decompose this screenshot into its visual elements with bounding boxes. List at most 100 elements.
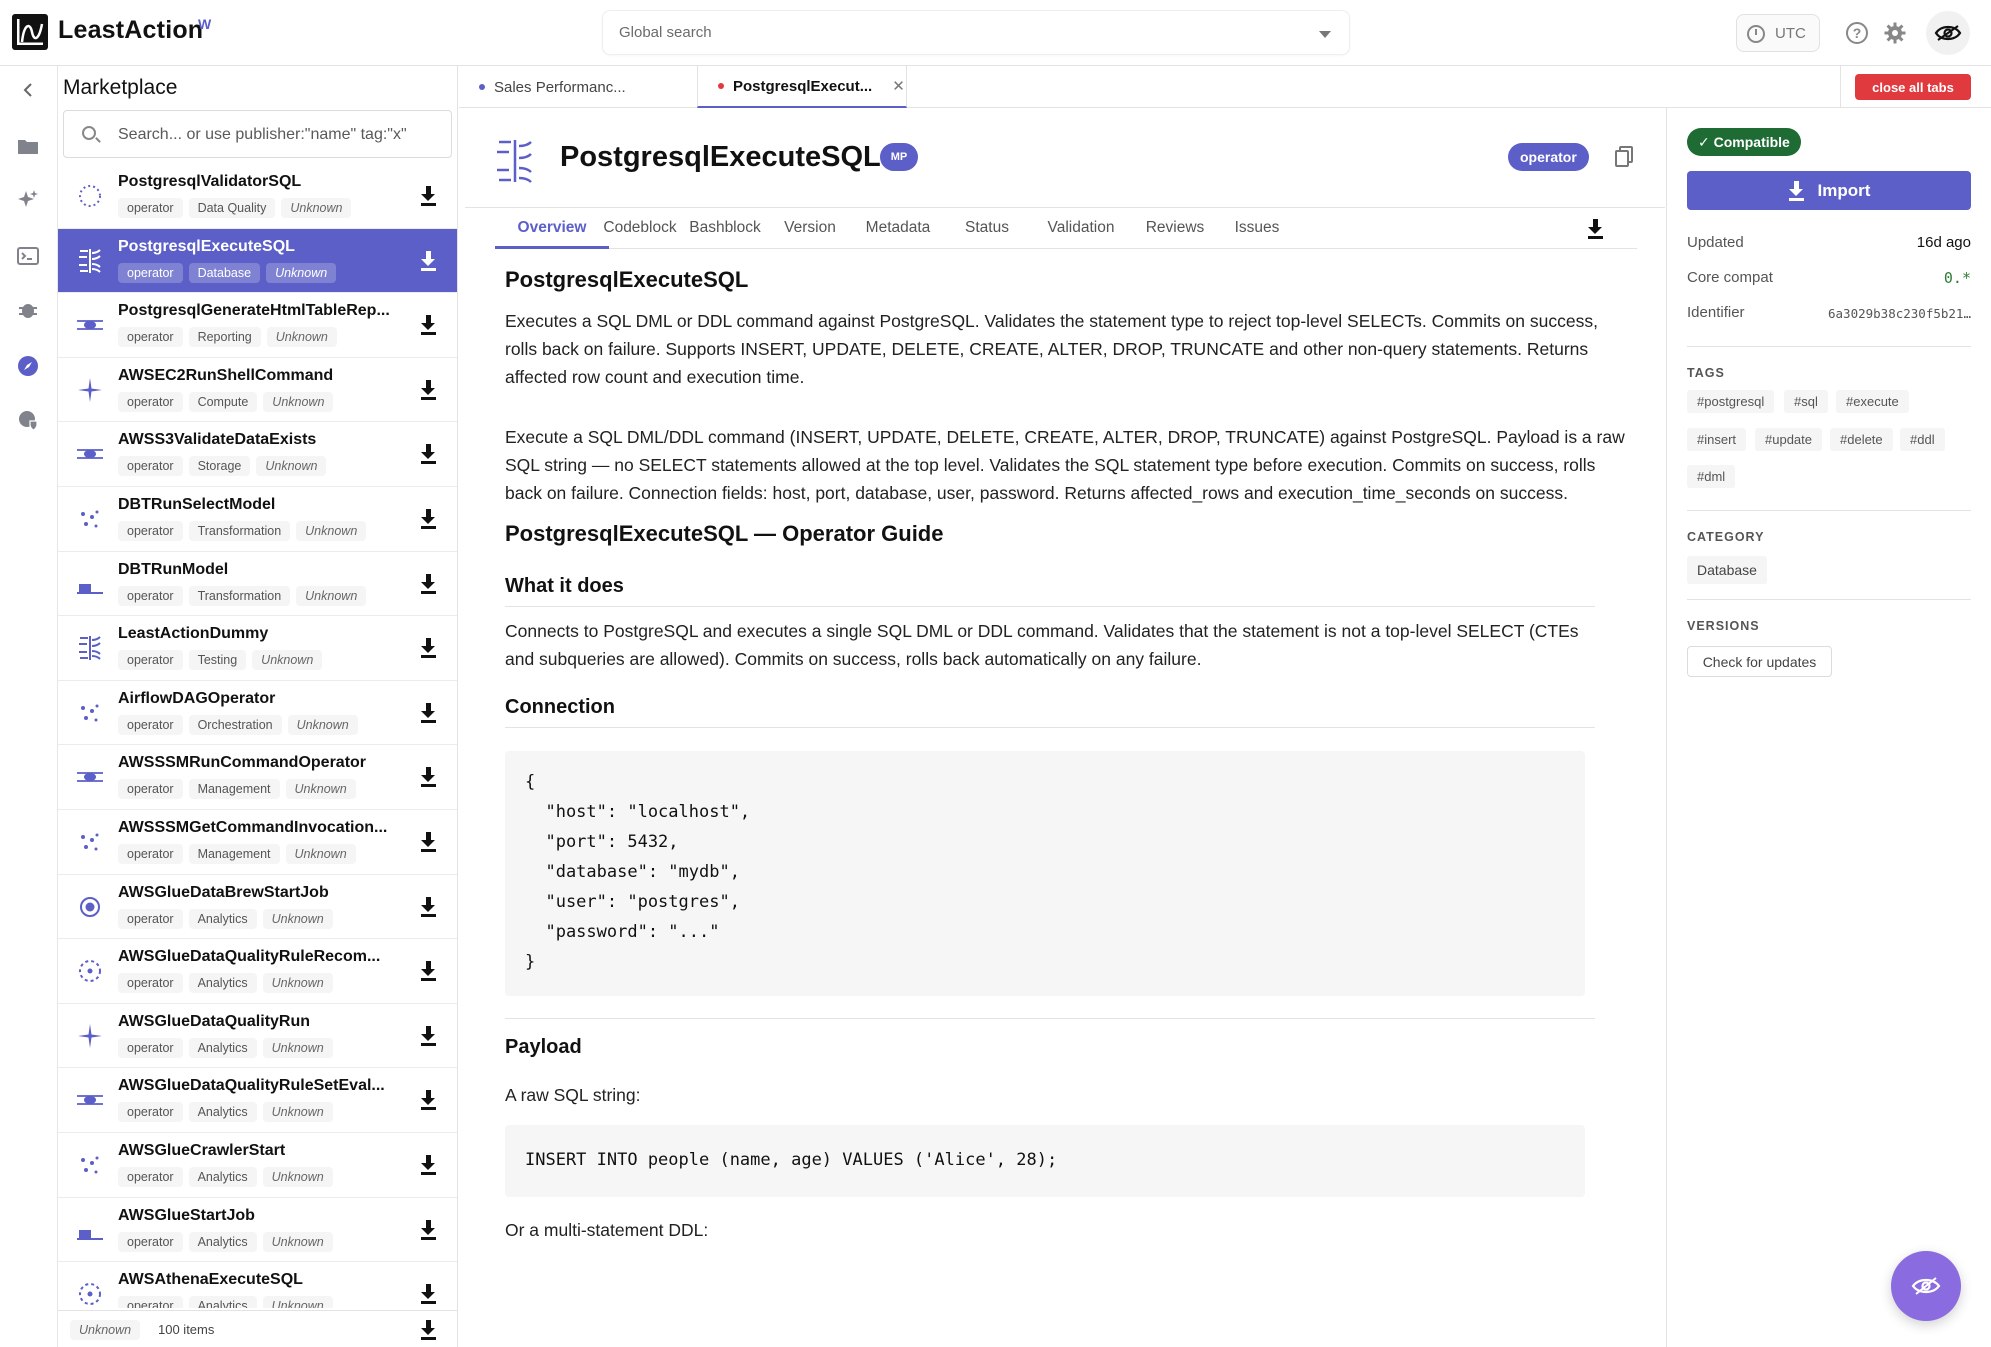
close-icon[interactable]: ✕ xyxy=(892,77,905,95)
kind-chip: operator xyxy=(118,908,183,929)
item-count: 100 items xyxy=(158,1322,215,1337)
download-icon[interactable] xyxy=(420,961,438,982)
kind-chip: operator xyxy=(118,1231,183,1252)
tab-issues[interactable]: Issues xyxy=(1207,219,1307,237)
section-divider xyxy=(505,1018,1595,1019)
tag-chip[interactable]: #delete xyxy=(1830,428,1893,451)
marketplace-list-item[interactable]: LeastActionDummy operator Testing Unknown xyxy=(58,616,457,681)
download-icon[interactable] xyxy=(420,379,438,400)
tag-chip[interactable]: #sql xyxy=(1784,390,1828,413)
global-search-placeholder: Global search xyxy=(619,24,712,41)
eye-lines-icon xyxy=(76,763,104,791)
compatible-badge: ✓ Compatible xyxy=(1687,128,1801,156)
tab-dot xyxy=(479,84,485,90)
scatter-dots-icon xyxy=(76,828,104,856)
settings-button[interactable] xyxy=(1876,14,1914,52)
global-search-input[interactable]: Global search xyxy=(602,10,1350,55)
marketplace-list-item[interactable]: AWSSSMRunCommandOperator operator Manageme… xyxy=(58,745,457,810)
marketplace-list-item[interactable]: AirflowDAGOperator operator Orchestration U… xyxy=(58,681,457,746)
download-icon[interactable] xyxy=(420,1025,438,1046)
tab-metadata[interactable]: Metadata xyxy=(848,219,948,237)
preview-toggle-button[interactable] xyxy=(1926,11,1970,55)
tag-chip[interactable]: #ddl xyxy=(1900,428,1945,451)
tab-version[interactable]: Version xyxy=(765,219,855,237)
download-icon[interactable] xyxy=(420,508,438,529)
status-chip: Unknown xyxy=(256,456,327,477)
download-icon[interactable] xyxy=(420,1154,438,1175)
chevron-down-icon[interactable] xyxy=(1319,31,1331,38)
tag-chip[interactable]: #update xyxy=(1755,428,1822,451)
download-icon[interactable] xyxy=(420,250,438,271)
marketplace-list-item[interactable]: PostgresqlExecuteSQL operator Database Unkn… xyxy=(58,228,457,294)
status-chip: Unknown xyxy=(281,198,352,218)
folder-icon[interactable] xyxy=(14,132,42,160)
connection-code-block: { "host": "localhost", "port": 5432, "da… xyxy=(505,751,1585,996)
bug-icon[interactable] xyxy=(14,296,42,324)
marketplace-list-item[interactable]: PostgresqlValidatorSQL operator Data Quali… xyxy=(58,164,457,229)
copy-icon[interactable] xyxy=(1615,146,1633,168)
marketplace-list-item[interactable]: AWSEC2RunShellCommand operator Compute Unkn… xyxy=(58,358,457,423)
category-chip: Transformation xyxy=(188,585,291,606)
import-button[interactable]: Import xyxy=(1687,171,1971,210)
floating-preview-button[interactable] xyxy=(1891,1251,1961,1321)
download-icon[interactable] xyxy=(420,831,438,852)
marketplace-list-item[interactable]: AWSGlueStartJob operator Analytics Unknown xyxy=(58,1198,457,1263)
close-all-tabs-button[interactable]: close all tabs xyxy=(1855,74,1971,100)
download-icon[interactable] xyxy=(420,1090,438,1111)
download-icon[interactable] xyxy=(420,896,438,917)
kind-chip: operator xyxy=(118,327,183,348)
download-icon[interactable] xyxy=(420,767,438,788)
download-icon[interactable] xyxy=(420,315,438,336)
shield-globe-icon[interactable] xyxy=(14,406,42,434)
marketplace-list-item[interactable]: AWSGlueDataBrewStartJob operator Analytics… xyxy=(58,875,457,940)
marketplace-list-item[interactable]: DBTRunModel operator Transformation Unknown xyxy=(58,552,457,617)
tag-chip[interactable]: #postgresql xyxy=(1687,390,1775,413)
help-button[interactable]: ? xyxy=(1838,14,1876,52)
type-badge: operator xyxy=(1508,143,1589,171)
download-icon[interactable] xyxy=(420,702,438,723)
item-name: PostgresqlValidatorSQL xyxy=(118,173,302,190)
marketplace-list-item[interactable]: AWSGlueDataQualityRuleSetEval... operator… xyxy=(58,1068,457,1133)
compass-icon[interactable] xyxy=(14,352,42,380)
check-for-updates-button[interactable]: Check for updates xyxy=(1687,646,1832,677)
download-icon[interactable] xyxy=(1587,219,1605,239)
sparkle-icon[interactable] xyxy=(14,186,42,214)
tag-chip[interactable]: #insert xyxy=(1687,428,1747,451)
category-chip: Analytics xyxy=(188,1166,257,1187)
tag-chip[interactable]: #execute xyxy=(1836,390,1909,413)
marketplace-footer: Unknown 100 items xyxy=(58,1310,457,1347)
tab-postgresql-execute[interactable]: PostgresqlExecut... ✕ xyxy=(697,66,907,108)
side-divider xyxy=(1687,346,1971,347)
marketplace-list-item[interactable]: AWSGlueDataQualityRun operator Analytics Un… xyxy=(58,1004,457,1069)
marketplace-list-item[interactable]: AWSAthenaExecuteSQL operator Analytics Unkn… xyxy=(58,1262,457,1308)
footer-status-chip: Unknown xyxy=(70,1320,141,1340)
download-icon[interactable] xyxy=(420,573,438,594)
download-icon[interactable] xyxy=(420,444,438,465)
download-icon[interactable] xyxy=(420,1219,438,1240)
marketplace-list-item[interactable]: AWSSSMGetCommandInvocation... operator Man… xyxy=(58,810,457,875)
download-icon[interactable] xyxy=(420,1320,438,1340)
sparkle-icon xyxy=(76,376,104,404)
tag-chip[interactable]: #dml xyxy=(1687,465,1736,488)
download-icon[interactable] xyxy=(420,186,438,206)
identifier-value[interactable]: 6a3029b38c230f5b21… xyxy=(1828,306,1971,321)
app-logo-icon[interactable] xyxy=(12,14,48,50)
tab-validation[interactable]: Validation xyxy=(1031,219,1131,237)
timezone-button[interactable]: UTC xyxy=(1736,14,1820,52)
status-chip: Unknown xyxy=(262,1166,333,1187)
terminal-icon[interactable] xyxy=(14,242,42,270)
download-icon[interactable] xyxy=(420,638,438,659)
tab-sales-performance[interactable]: Sales Performanc... xyxy=(459,66,649,108)
payload-text: A raw SQL string: xyxy=(505,1085,641,1105)
tab-bashblock[interactable]: Bashblock xyxy=(675,219,775,237)
marketplace-list-item[interactable]: AWSS3ValidateDataExists operator Storage Un… xyxy=(58,422,457,487)
marketplace-search-input[interactable]: Search... or use publisher:"name" tag:"x… xyxy=(63,110,452,158)
marketplace-list-item[interactable]: DBTRunSelectModel operator Transformation U… xyxy=(58,487,457,552)
collapse-chevron-icon[interactable] xyxy=(14,76,42,104)
tab-status[interactable]: Status xyxy=(947,219,1027,237)
marketplace-list-item[interactable]: AWSGlueDataQualityRuleRecom... operator An… xyxy=(58,939,457,1004)
marketplace-list-item[interactable]: AWSGlueCrawlerStart operator Analytics Unkn… xyxy=(58,1133,457,1198)
download-icon[interactable] xyxy=(420,1284,438,1305)
marketplace-list-item[interactable]: PostgresqlGenerateHtmlTableRep... operato… xyxy=(58,293,457,358)
item-tags: operator Database Unknown xyxy=(118,262,337,283)
